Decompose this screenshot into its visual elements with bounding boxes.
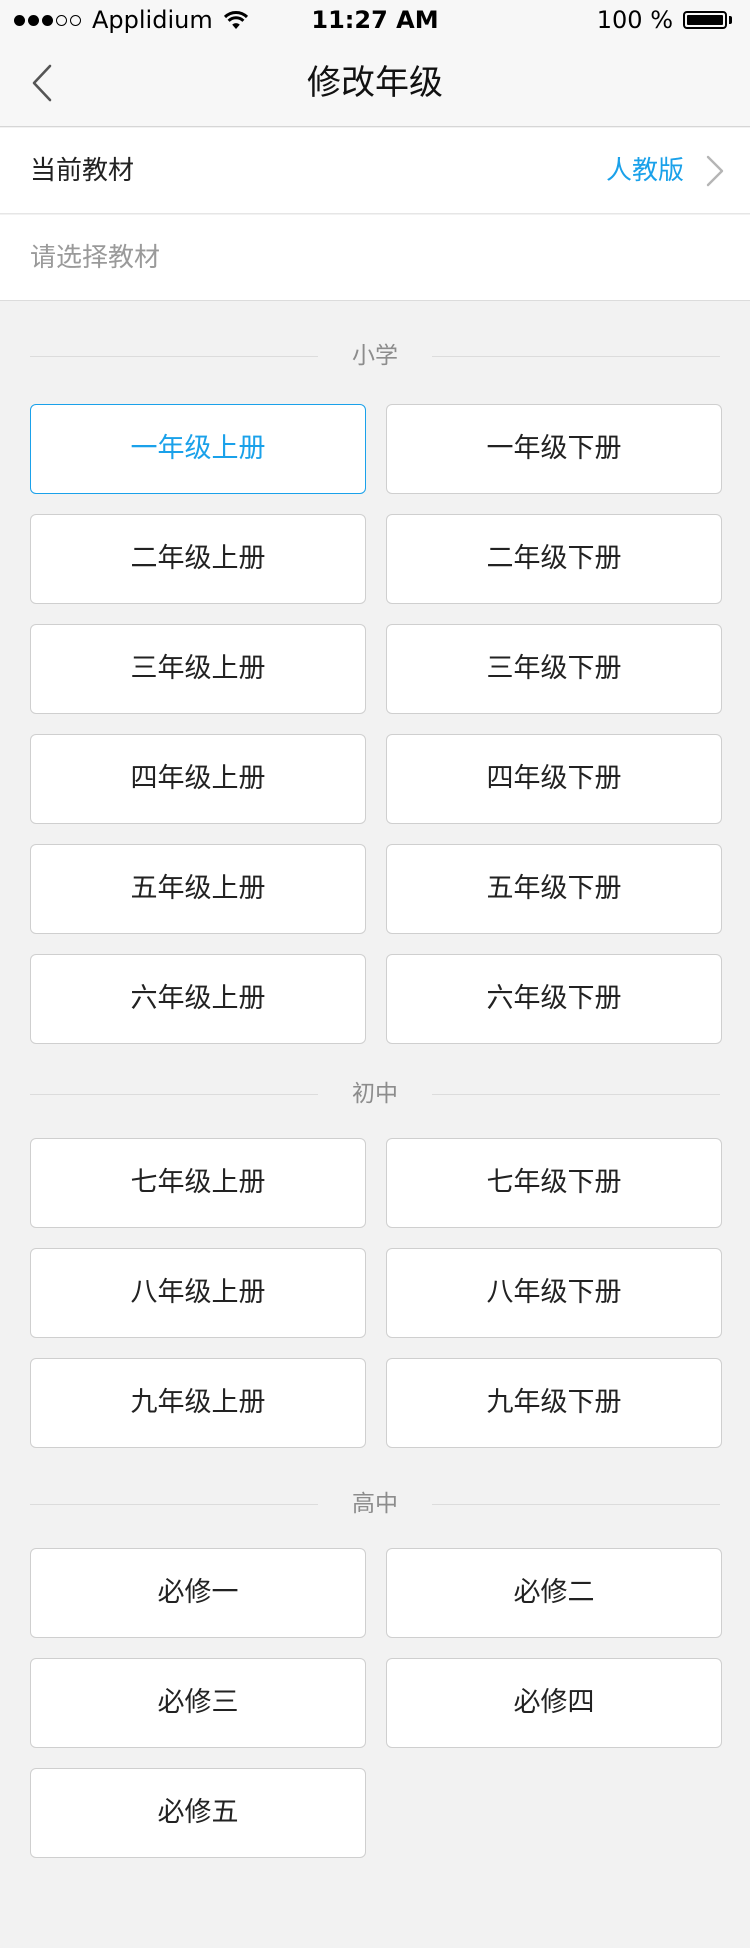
section-header: 小学 — [30, 336, 720, 376]
select-textbook-row[interactable]: 请选择教材 — [0, 215, 750, 301]
grade-button[interactable]: 一年级上册 — [30, 404, 366, 494]
grade-button[interactable]: 必修二 — [386, 1548, 722, 1638]
section-divider-line — [432, 1504, 720, 1505]
grade-button[interactable]: 二年级上册 — [30, 514, 366, 604]
current-textbook-value: 人教版 — [605, 156, 684, 186]
page-title: 修改年级 — [307, 63, 443, 103]
grade-button[interactable]: 九年级上册 — [30, 1358, 366, 1448]
current-textbook-label: 当前教材 — [30, 156, 135, 186]
status-right: 100 % — [597, 4, 732, 36]
status-bar: Applidium 11:27 AM 100 % — [0, 0, 750, 40]
grade-button[interactable]: 四年级上册 — [30, 734, 366, 824]
grade-button[interactable]: 八年级下册 — [386, 1248, 722, 1338]
grade-button[interactable]: 必修一 — [30, 1548, 366, 1638]
grade-button[interactable]: 九年级下册 — [386, 1358, 722, 1448]
grade-button[interactable]: 三年级下册 — [386, 624, 722, 714]
grade-button[interactable]: 三年级上册 — [30, 624, 366, 714]
battery-icon — [683, 11, 732, 29]
chevron-right-icon — [706, 155, 724, 187]
section-divider-line — [432, 1094, 720, 1095]
grade-button[interactable]: 六年级下册 — [386, 954, 722, 1044]
section-divider-line — [432, 356, 720, 357]
grade-button[interactable]: 五年级上册 — [30, 844, 366, 934]
grade-button[interactable]: 七年级下册 — [386, 1138, 722, 1228]
back-button[interactable] — [22, 60, 62, 106]
grade-button[interactable]: 五年级下册 — [386, 844, 722, 934]
grade-button[interactable]: 六年级上册 — [30, 954, 366, 1044]
chevron-left-icon — [32, 64, 52, 102]
grade-button[interactable]: 必修三 — [30, 1658, 366, 1748]
battery-percent: 100 % — [596, 6, 673, 34]
section-header: 初中 — [30, 1074, 720, 1114]
select-textbook-placeholder: 请选择教材 — [30, 243, 161, 273]
grade-button[interactable]: 必修五 — [30, 1768, 366, 1858]
grade-button[interactable]: 八年级上册 — [30, 1248, 366, 1338]
grade-button[interactable]: 一年级下册 — [386, 404, 722, 494]
current-textbook-row[interactable]: 当前教材 人教版 — [0, 128, 750, 214]
grade-button[interactable]: 七年级上册 — [30, 1138, 366, 1228]
section-header: 高中 — [30, 1484, 720, 1524]
grade-button[interactable]: 二年级下册 — [386, 514, 722, 604]
navigation-bar: 修改年级 — [0, 40, 750, 127]
grade-button[interactable]: 四年级下册 — [386, 734, 722, 824]
grade-button[interactable]: 必修四 — [386, 1658, 722, 1748]
